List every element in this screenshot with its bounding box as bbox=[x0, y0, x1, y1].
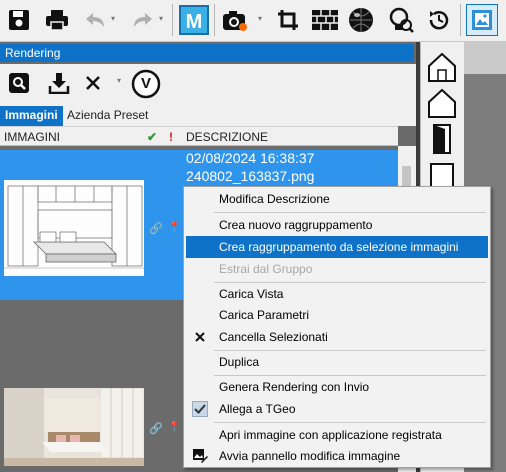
undo-dropdown-icon[interactable]: ▾ bbox=[111, 14, 115, 23]
print-icon[interactable] bbox=[42, 5, 72, 35]
tools-dropdown-icon[interactable]: ▾ bbox=[117, 76, 121, 85]
history-icon[interactable] bbox=[424, 5, 454, 35]
house-outline-icon[interactable] bbox=[425, 86, 459, 120]
menu-item-apri-immagine[interactable]: Apri immagine con applicazione registrat… bbox=[186, 424, 488, 446]
right-pane-header bbox=[464, 42, 506, 74]
close-icon bbox=[192, 329, 208, 345]
row-date: 02/08/2024 16:38:37 bbox=[186, 150, 315, 166]
redo-icon[interactable] bbox=[128, 5, 158, 35]
checkbox-checked-icon bbox=[192, 401, 208, 417]
v-circle-icon[interactable]: V bbox=[130, 68, 162, 100]
undo-icon[interactable] bbox=[80, 5, 110, 35]
menu-separator bbox=[214, 212, 486, 213]
menu-item-label: Cancella Selezionati bbox=[219, 330, 328, 344]
redo-dropdown-icon[interactable]: ▾ bbox=[159, 14, 163, 23]
attachment-icon: 🔗 bbox=[149, 223, 163, 235]
col-immagini[interactable]: IMMAGINI bbox=[4, 130, 60, 144]
menu-item-label: Avvia pannello modifica immagine bbox=[219, 449, 401, 463]
menu-item-carica-vista[interactable]: Carica Vista bbox=[186, 283, 488, 305]
pin-icon: 📍 bbox=[168, 222, 181, 233]
attachment-icon: 🔗 bbox=[149, 423, 163, 435]
menu-item-cancella-selezionati[interactable]: Cancella Selezionati bbox=[186, 326, 488, 348]
main-toolbar: ▾ ▾ M ▾ bbox=[0, 0, 506, 42]
context-menu: Modifica Descrizione Crea nuovo raggrupp… bbox=[183, 186, 491, 468]
col-descrizione[interactable]: DESCRIZIONE bbox=[186, 130, 268, 144]
menu-item-label: Crea raggruppamento da selezione immagin… bbox=[219, 240, 459, 254]
pin-icon: 📍 bbox=[168, 422, 181, 433]
image-gallery-icon[interactable] bbox=[466, 4, 498, 36]
menu-separator bbox=[214, 422, 486, 423]
sphere-icon[interactable] bbox=[346, 5, 376, 35]
menu-item-carica-parametri[interactable]: Carica Parametri bbox=[186, 304, 488, 326]
menu-item-crea-nuovo-raggruppamento[interactable]: Crea nuovo raggruppamento bbox=[186, 214, 488, 236]
wall-bricks-icon[interactable] bbox=[310, 5, 340, 35]
menu-item-avvia-pannello[interactable]: Avvia pannello modifica immagine bbox=[186, 445, 488, 467]
menu-item-label: Genera Rendering con Invio bbox=[219, 380, 370, 394]
download-icon[interactable] bbox=[46, 70, 72, 96]
tab-azienda-preset[interactable]: Azienda Preset bbox=[62, 106, 153, 126]
row-filename: 240802_163837.png bbox=[186, 168, 315, 184]
col-check[interactable]: ✔ bbox=[147, 130, 157, 144]
menu-item-label: Modifica Descrizione bbox=[219, 192, 330, 206]
render-dropdown-icon[interactable]: ▾ bbox=[258, 14, 262, 23]
menu-item-label: Crea nuovo raggruppamento bbox=[219, 218, 373, 232]
v-label: V bbox=[140, 75, 151, 92]
panel-tabs: Immagini Azienda Preset bbox=[0, 104, 416, 126]
svg-text:M: M bbox=[186, 11, 203, 33]
door-icon[interactable] bbox=[425, 122, 459, 156]
m-app-icon[interactable]: M bbox=[179, 5, 209, 35]
crop-icon[interactable] bbox=[273, 5, 303, 35]
panel-toolbar: ▾ V bbox=[0, 64, 416, 104]
menu-item-label: Duplica bbox=[219, 355, 260, 369]
menu-item-label: Carica Vista bbox=[219, 287, 284, 301]
menu-item-genera-rendering[interactable]: Genera Rendering con Invio bbox=[186, 376, 488, 398]
house-icon[interactable] bbox=[425, 50, 459, 84]
save-icon[interactable] bbox=[4, 5, 34, 35]
menu-item-modifica-descrizione[interactable]: Modifica Descrizione bbox=[186, 188, 488, 210]
render-thumbnail bbox=[4, 180, 144, 276]
image-edit-icon bbox=[192, 448, 208, 464]
menu-item-label: Carica Parametri bbox=[219, 308, 310, 322]
zoom-search-icon[interactable] bbox=[6, 70, 32, 96]
close-icon[interactable] bbox=[80, 70, 106, 96]
menu-item-label: Estrai dal Gruppo bbox=[219, 262, 313, 276]
panel-title: Rendering bbox=[0, 44, 414, 62]
menu-item-label: Allega a TGeo bbox=[219, 402, 296, 416]
idea-lamp-icon[interactable] bbox=[386, 5, 416, 35]
column-header: IMMAGINI ✔ ! DESCRIZIONE bbox=[0, 126, 398, 146]
render-camera-icon[interactable] bbox=[220, 5, 250, 35]
menu-item-estrai-dal-gruppo: Estrai dal Gruppo bbox=[186, 258, 488, 280]
menu-item-duplica[interactable]: Duplica bbox=[186, 351, 488, 373]
render-thumbnail bbox=[4, 388, 144, 466]
tab-immagini[interactable]: Immagini bbox=[0, 106, 63, 126]
menu-item-label: Apri immagine con applicazione registrat… bbox=[219, 428, 442, 442]
menu-item-crea-raggruppamento-selezione[interactable]: Crea raggruppamento da selezione immagin… bbox=[186, 236, 488, 258]
menu-item-allega-tgeo[interactable]: Allega a TGeo bbox=[186, 398, 488, 420]
col-flag[interactable]: ! bbox=[169, 130, 173, 144]
